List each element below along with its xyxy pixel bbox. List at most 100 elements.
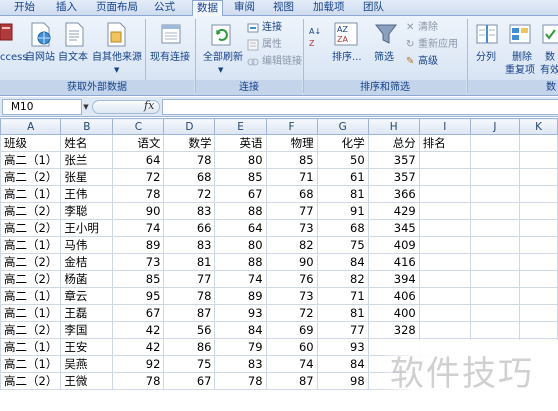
cell[interactable] [418,219,471,237]
cell[interactable]: 416 [367,253,420,271]
cell[interactable]: 化学 [316,134,369,152]
cell[interactable] [418,151,471,169]
cell[interactable]: 77 [163,270,216,288]
cell[interactable]: 王伟 [60,185,114,203]
cell[interactable] [469,321,521,339]
cell[interactable]: 72 [163,185,216,203]
column-header-a[interactable]: A [0,118,62,135]
cell[interactable]: 78 [112,185,165,203]
cell[interactable] [469,304,521,322]
cell[interactable]: 高二（2） [0,219,62,237]
cell[interactable]: 394 [367,270,420,288]
cell[interactable]: 79 [214,338,267,356]
cell[interactable]: 64 [112,151,165,169]
insert-function-icon[interactable]: fx [144,99,154,112]
cell[interactable]: 班级 [0,134,62,152]
cell[interactable]: 93 [214,304,267,322]
cell[interactable] [418,321,471,339]
cell[interactable]: 高二（2） [0,202,62,220]
cell[interactable]: 85 [112,270,165,288]
chevron-down-icon[interactable]: ▼ [82,99,90,115]
cell[interactable]: 91 [316,202,369,220]
column-header-c[interactable]: C [112,118,165,135]
cell[interactable]: 66 [163,219,216,237]
cell[interactable]: 89 [214,287,267,305]
cell[interactable] [519,202,558,220]
cell[interactable]: 75 [163,355,216,373]
cell[interactable]: 吴燕 [60,355,114,373]
cell[interactable] [418,236,471,254]
cell[interactable]: 姓名 [60,134,114,152]
cell[interactable]: 88 [214,202,267,220]
column-header-e[interactable]: E [214,118,267,135]
cell[interactable]: 高二（2） [0,168,62,186]
cell[interactable]: 345 [367,219,420,237]
cell[interactable]: 357 [367,168,420,186]
cell[interactable]: 李国 [60,321,114,339]
cell[interactable]: 73 [112,253,165,271]
cell[interactable]: 50 [316,151,369,169]
cell[interactable]: 60 [265,338,318,356]
cell[interactable]: 74 [214,270,267,288]
cell[interactable]: 71 [316,287,369,305]
cell[interactable]: 73 [265,219,318,237]
cell[interactable] [469,253,521,271]
column-header-j[interactable]: J [469,118,521,135]
cell[interactable] [469,151,521,169]
cell[interactable] [418,304,471,322]
cell[interactable]: 90 [112,202,165,220]
cell[interactable]: 71 [265,168,318,186]
cell[interactable] [418,185,471,203]
cell[interactable]: 89 [112,236,165,254]
cell[interactable] [519,253,558,271]
cell[interactable] [469,134,521,152]
cell[interactable]: 马伟 [60,236,114,254]
cell[interactable]: 75 [316,236,369,254]
cell[interactable]: 88 [214,253,267,271]
cell[interactable] [519,151,558,169]
tab-data[interactable]: 数据 [192,0,223,17]
cell[interactable]: 82 [316,270,369,288]
cell[interactable]: 400 [367,304,420,322]
column-header-h[interactable]: H [367,118,420,135]
cell[interactable] [519,134,558,152]
formula-input[interactable] [162,99,558,115]
cell[interactable]: 78 [163,287,216,305]
cell[interactable]: 357 [367,151,420,169]
cell[interactable] [519,321,558,339]
cell[interactable]: 84 [214,321,267,339]
cell[interactable]: 高二（2） [0,253,62,271]
cell[interactable] [519,168,558,186]
cell[interactable]: 95 [112,287,165,305]
cell[interactable]: 87 [265,372,318,390]
cell[interactable] [418,253,471,271]
cell[interactable]: 78 [214,372,267,390]
cell[interactable]: 85 [265,151,318,169]
cell[interactable]: 74 [265,355,318,373]
tab-review[interactable]: 审阅 [234,0,255,16]
cell[interactable] [418,202,471,220]
cell[interactable]: 金桔 [60,253,114,271]
column-header-b[interactable]: B [60,118,114,135]
cell[interactable]: 406 [367,287,420,305]
cell[interactable]: 72 [265,304,318,322]
cell[interactable]: 高二（1） [0,304,62,322]
cell[interactable]: 366 [367,185,420,203]
cell[interactable]: 81 [316,304,369,322]
cell[interactable]: 87 [163,304,216,322]
cell[interactable]: 高二（1） [0,338,62,356]
cell[interactable]: 李聪 [60,202,114,220]
cell[interactable]: 83 [163,236,216,254]
cell[interactable]: 王微 [60,372,114,390]
cell[interactable]: 王磊 [60,304,114,322]
cell[interactable]: 64 [214,219,267,237]
name-box[interactable]: M10 [2,99,82,115]
cell[interactable]: 排名 [418,134,471,152]
cell[interactable] [418,270,471,288]
cell[interactable] [519,270,558,288]
cell[interactable]: 67 [112,304,165,322]
cell[interactable]: 84 [316,355,369,373]
cell[interactable] [469,185,521,203]
cell[interactable]: 68 [316,219,369,237]
cell[interactable] [469,202,521,220]
